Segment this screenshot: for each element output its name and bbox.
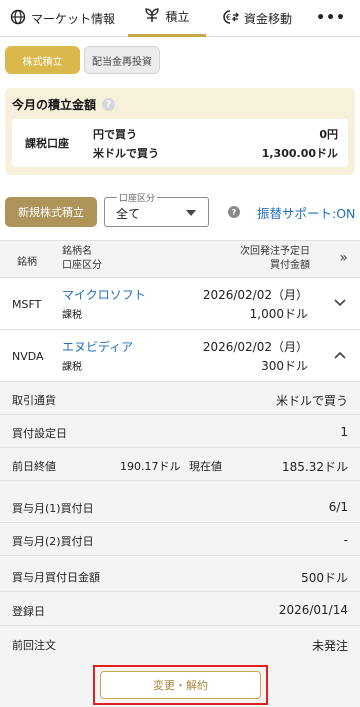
detail-value: 1 bbox=[340, 425, 348, 439]
header-date-line1: 次回発注予定日 bbox=[240, 246, 310, 257]
chip-dividend-reinvest[interactable]: 配当金再投資 bbox=[84, 46, 160, 74]
nav-market-label: マーケット情報 bbox=[31, 11, 116, 26]
row-stock-name-link[interactable]: マイクロソフト bbox=[62, 286, 146, 303]
new-accumulation-button[interactable]: 新規株式積立 bbox=[5, 197, 97, 227]
summary-row-value: 0円 bbox=[319, 128, 338, 141]
row-account: 課税 bbox=[62, 310, 82, 321]
row-next-order-date: 2026/02/02（月） bbox=[202, 340, 308, 354]
details-panel: 取引通貨 米ドルで買う 買付設定日 1 前日終値 190.17ドル 現在値 18… bbox=[0, 382, 360, 707]
nav-tsumitate[interactable]: 積立 bbox=[128, 0, 206, 37]
sprout-icon bbox=[144, 7, 160, 26]
detail-last-order: 前回注文 未発注 bbox=[0, 627, 360, 660]
table-row[interactable]: NVDA エヌビディア 課税 2026/02/02（月） 300ドル bbox=[0, 330, 360, 382]
summary-card: 課税口座 円で買う 0円 米ドルで買う 1,300.00ドル bbox=[12, 119, 348, 167]
globe-icon bbox=[10, 9, 26, 28]
transfer-icon: € bbox=[221, 9, 239, 28]
detail-bonus2: 買与月(2)買付日 - bbox=[0, 523, 360, 556]
help-icon[interactable]: ? bbox=[102, 98, 116, 111]
dropdown-arrow-icon bbox=[186, 210, 196, 216]
row-amount: 300ドル bbox=[261, 359, 308, 373]
select-value: 全て bbox=[116, 207, 141, 221]
detail-value: 185.32ドル bbox=[282, 460, 348, 474]
chevron-down-icon[interactable] bbox=[334, 296, 346, 310]
detail-bonus-amount: 買与月買付日金額 500ドル bbox=[0, 559, 360, 592]
account-type-select[interactable]: 口座区分 全て bbox=[104, 191, 209, 227]
row-amount: 1,000ドル bbox=[249, 307, 308, 321]
row-account: 課税 bbox=[62, 362, 82, 373]
summary-row-label: 米ドルで買う bbox=[93, 147, 159, 160]
header-name-line2: 口座区分 bbox=[62, 260, 102, 271]
detail-value: - bbox=[343, 533, 348, 547]
detail-value: 2026/01/14 bbox=[278, 603, 348, 617]
table-row[interactable]: MSFT マイクロソフト 課税 2026/02/02（月） 1,000ドル bbox=[0, 278, 360, 330]
row-stock-name-link[interactable]: エヌビディア bbox=[62, 338, 133, 355]
chip-stock-accumulation[interactable]: 株式積立 bbox=[5, 46, 80, 74]
table-header: 銘柄 銘柄名 口座区分 次回発注予定日 買付金額 » bbox=[0, 240, 360, 278]
detail-value: 500ドル bbox=[301, 571, 348, 585]
chevron-up-icon[interactable] bbox=[334, 348, 346, 362]
detail-buy-day: 買付設定日 1 bbox=[0, 415, 360, 448]
detail-prev-close-value: 190.17ドル bbox=[120, 460, 181, 473]
summary-title-text: 今月の積立金額 bbox=[12, 98, 97, 112]
monthly-summary-panel: 今月の積立金額 ? 課税口座 円で買う 0円 米ドルで買う 1,300.00ドル bbox=[5, 88, 355, 175]
more-menu-icon[interactable]: ••• bbox=[316, 0, 346, 37]
header-name: 銘柄名 口座区分 bbox=[62, 245, 102, 273]
detail-label: 買与月買付日金額 bbox=[12, 571, 100, 584]
transfer-support-link[interactable]: 振替サポート:ON bbox=[257, 203, 355, 222]
detail-label: 買与月(2)買付日 bbox=[12, 535, 94, 548]
row-ticker: MSFT bbox=[12, 298, 42, 311]
nav-market-info[interactable]: マーケット情報 bbox=[10, 0, 115, 37]
detail-registered: 登録日 2026/01/14 bbox=[0, 593, 360, 626]
nav-tsumitate-label: 積立 bbox=[165, 10, 190, 24]
summary-row-yen: 円で買う 0円 bbox=[93, 126, 338, 142]
summary-row-label: 円で買う bbox=[93, 128, 137, 141]
summary-row-usd: 米ドルで買う 1,300.00ドル bbox=[93, 145, 338, 161]
header-date-line2: 買付金額 bbox=[270, 260, 310, 271]
summary-row-value: 1,300.00ドル bbox=[261, 147, 338, 160]
svg-text:€: € bbox=[226, 13, 231, 22]
top-navigation: マーケット情報 積立 € 資金移動 ••• bbox=[0, 0, 360, 37]
row-ticker: NVDA bbox=[12, 350, 44, 363]
select-legend: 口座区分 bbox=[117, 191, 158, 204]
summary-title: 今月の積立金額 ? bbox=[12, 96, 116, 113]
detail-label: 登録日 bbox=[12, 605, 45, 618]
header-meigara: 銘柄 bbox=[17, 257, 37, 268]
detail-label: 前回注文 bbox=[12, 639, 56, 652]
detail-label: 取引通貨 bbox=[12, 394, 56, 407]
detail-prices: 前日終値 190.17ドル 現在値 185.32ドル bbox=[0, 448, 360, 481]
change-cancel-button[interactable]: 変更・解約 bbox=[100, 671, 261, 699]
detail-value: 6/1 bbox=[328, 500, 348, 514]
detail-bonus1: 買与月(1)買付日 6/1 bbox=[0, 490, 360, 523]
nav-fund-transfer-label: 資金移動 bbox=[244, 11, 293, 26]
summary-account-type: 課税口座 bbox=[25, 137, 69, 150]
detail-current-label: 現在値 bbox=[189, 460, 222, 473]
header-date: 次回発注予定日 買付金額 bbox=[240, 245, 310, 273]
detail-value: 米ドルで買う bbox=[275, 394, 348, 408]
detail-label: 前日終値 bbox=[12, 460, 56, 473]
category-chips: 株式積立 配当金再投資 bbox=[5, 46, 160, 74]
detail-label: 買与月(1)買付日 bbox=[12, 502, 94, 515]
row-next-order-date: 2026/02/02（月） bbox=[202, 288, 308, 302]
detail-currency: 取引通貨 米ドルで買う bbox=[0, 382, 360, 415]
help-icon[interactable]: ? bbox=[228, 206, 240, 218]
header-name-line1: 銘柄名 bbox=[62, 246, 92, 257]
detail-label: 買付設定日 bbox=[12, 427, 67, 440]
detail-value: 未発注 bbox=[311, 639, 348, 653]
expand-columns-icon[interactable]: » bbox=[339, 250, 348, 266]
nav-fund-transfer[interactable]: € 資金移動 bbox=[221, 0, 292, 37]
